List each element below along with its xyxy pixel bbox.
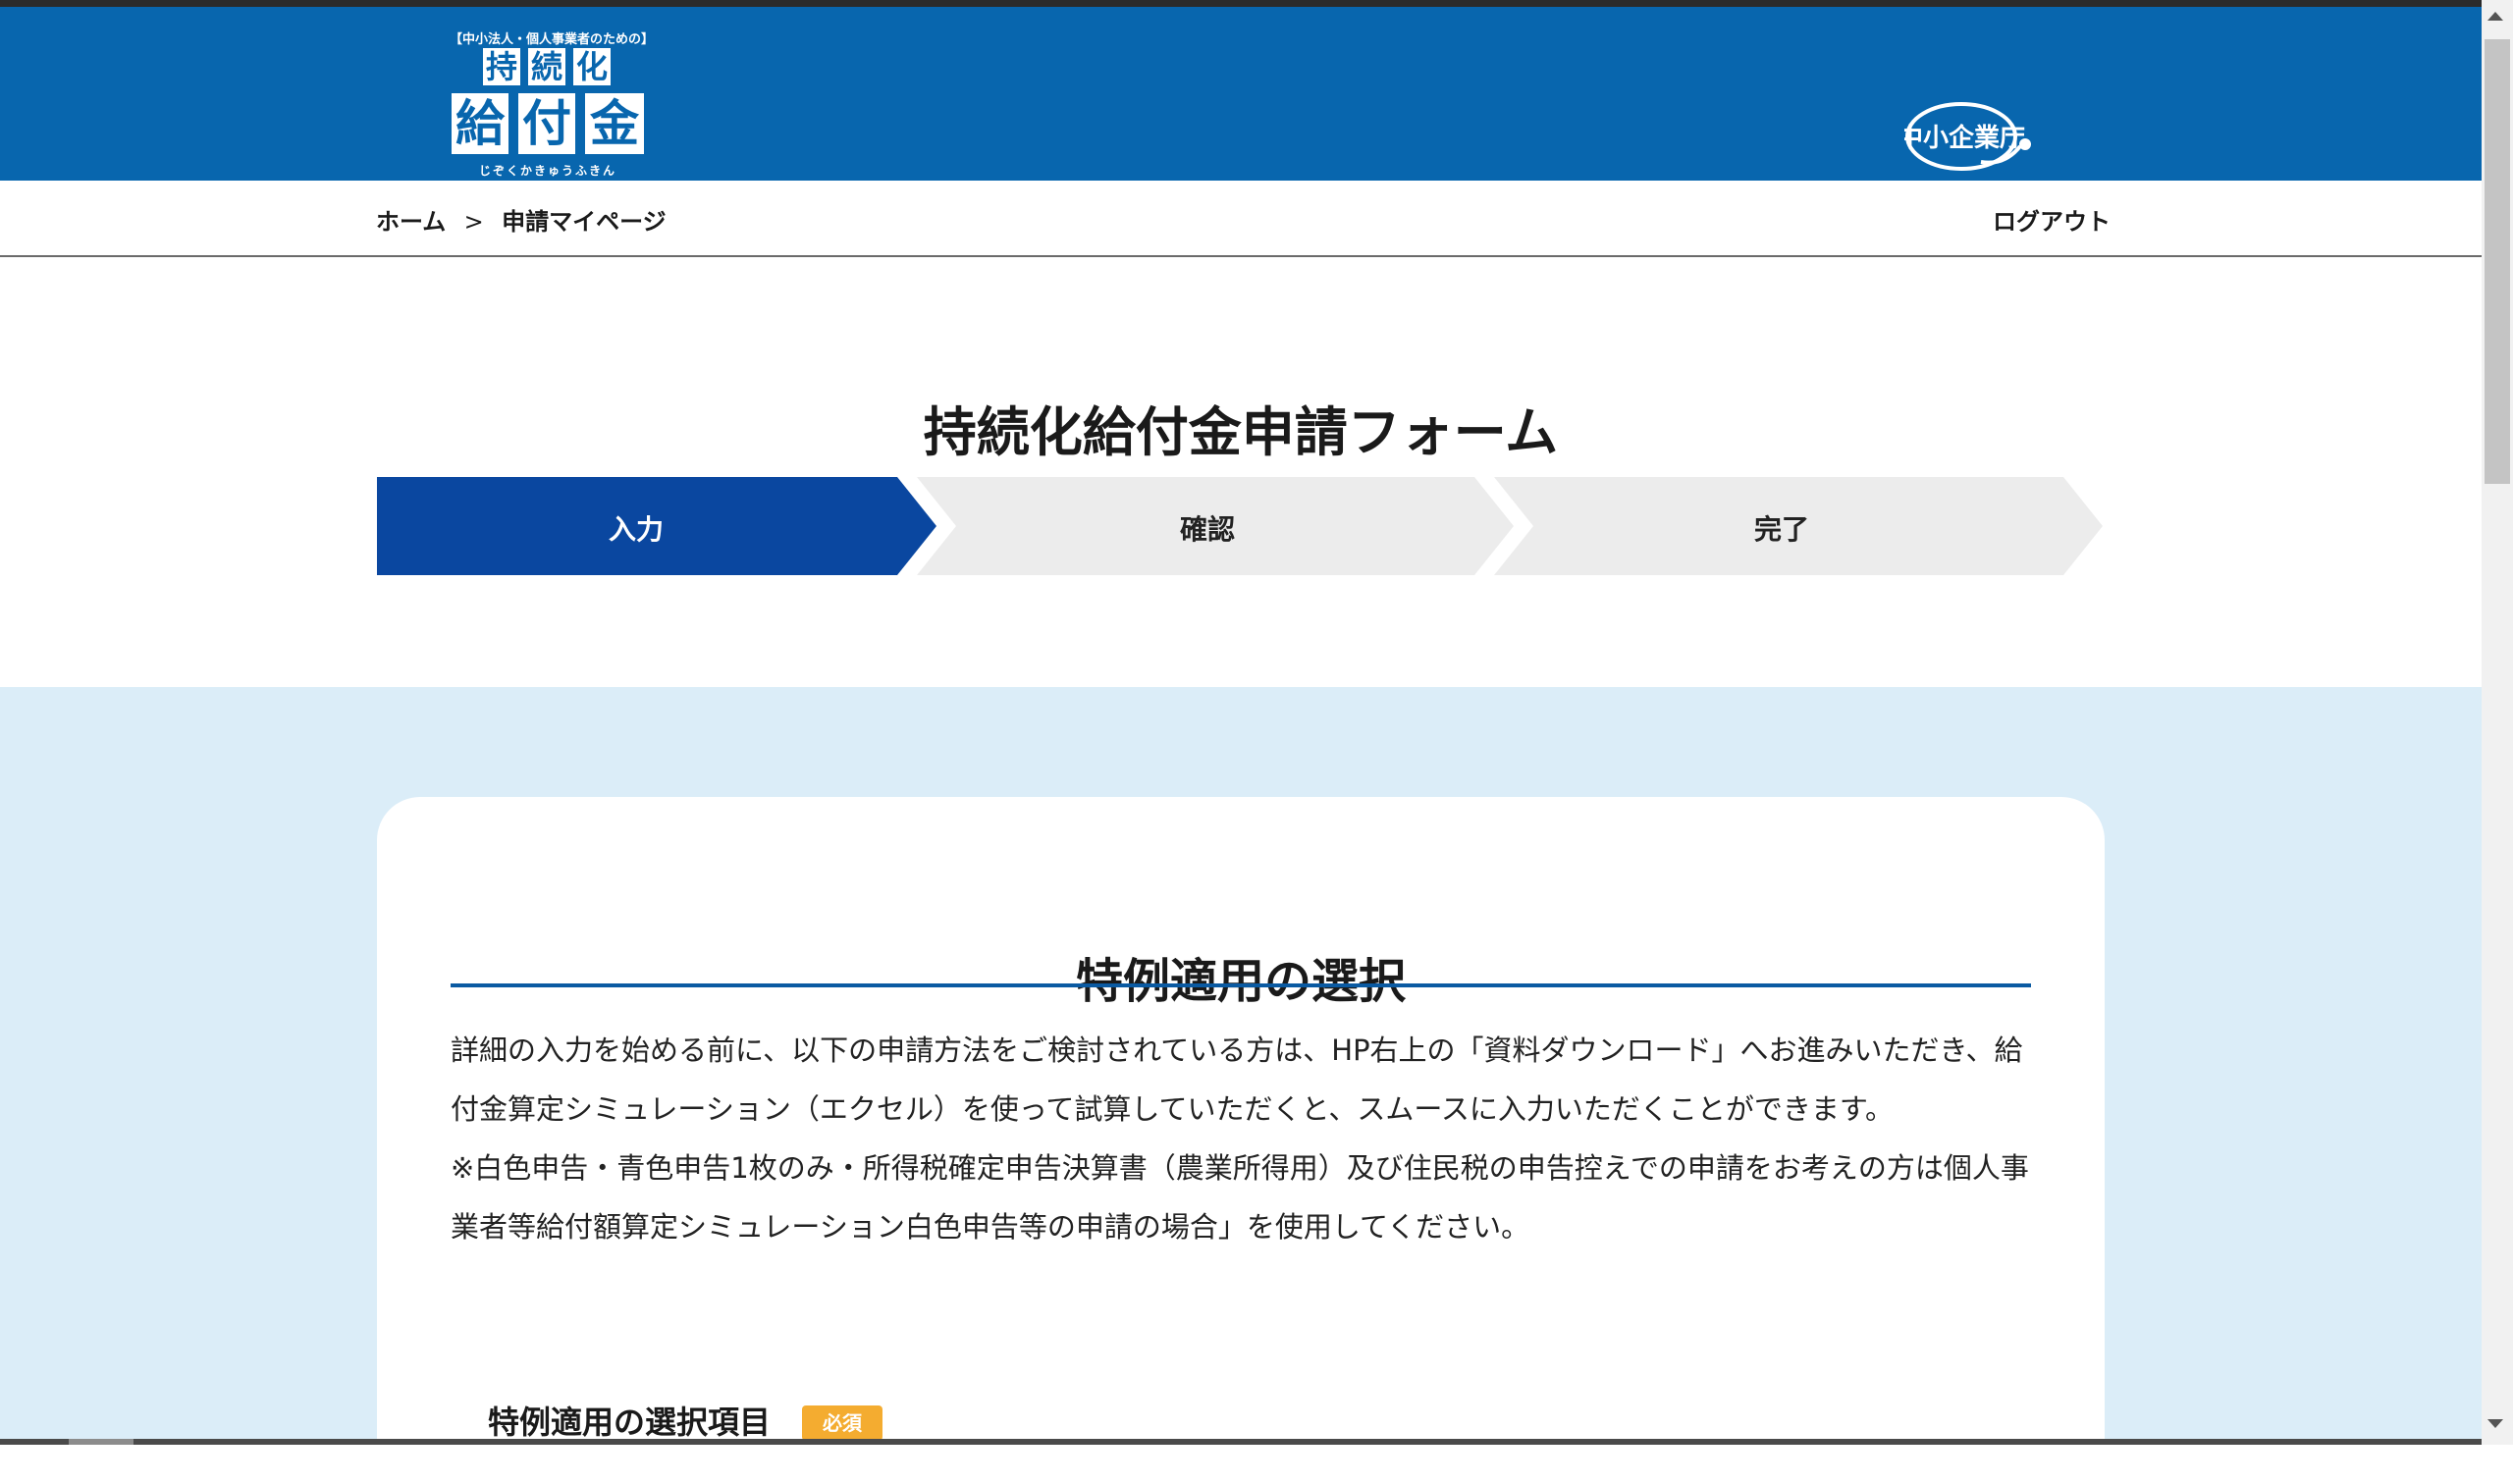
sme-agency-emblem-icon: 中小企業庁 [1898,102,2031,171]
breadcrumb-home-link[interactable]: ホーム [376,208,446,236]
logo-char: 付 [518,93,575,154]
scroll-down-arrow-icon[interactable] [2487,1419,2503,1428]
scroll-up-arrow-icon[interactable] [2487,12,2503,21]
page-title: 持続化給付金申請フォーム [923,401,1559,464]
logo-char: 金 [585,93,644,154]
sme-agency-logo-text: 中小企業庁 [1904,123,2025,153]
logo-kana: じぞくかきゅうふきん [478,164,616,178]
logo-subtitle: 【中小法人・個人事業者のための】 [450,32,655,47]
breadcrumb-current: 申請マイページ [502,208,667,236]
breadcrumb-bar: ホーム > 申請マイページ ログアウト [0,181,2482,257]
intro-paragraph: 詳細の入力を始める前に、以下の申請方法をご検討されている方は、HP右上の「資料ダ… [451,1034,2023,1126]
step-input-label: 入力 [609,513,665,546]
horizontal-scrollbar-thumb[interactable] [69,1439,134,1445]
section-title-underline [451,983,2031,987]
step-complete-label: 完了 [1754,513,1810,546]
section-title: 特例適用の選択 [1075,953,1406,1009]
jizokuka-kyufukin-logo[interactable]: 【中小法人・個人事業者のための】 持 続 化 給 付 金 じぞくかきゅうふきん [450,19,655,178]
breadcrumb-separator: > [463,208,484,236]
logo-char: 給 [452,93,508,154]
logo-char: 続 [528,48,565,85]
special-select-label: 特例適用の選択項目 [488,1404,772,1441]
section-intro: 詳細の入力を始める前に、以下の申請方法をご検討されている方は、HP右上の「資料ダ… [451,1021,2031,1256]
logout-link[interactable]: ログアウト [1993,202,2111,237]
step-confirm-label: 確認 [1180,513,1236,546]
special-application-card: 特例適用の選択 詳細の入力を始める前に、以下の申請方法をご検討されている方は、H… [377,797,2105,1484]
intro-note: ※白色申告・青色申告1枚のみ・所得税確定申告決算書（農業所得用）及び住民税の申告… [451,1151,2029,1244]
sme-agency-logo[interactable]: 中小企業庁 [1898,97,2032,180]
logo-char: 持 [483,48,520,85]
scrollbar-thumb[interactable] [2485,39,2510,484]
horizontal-scrollbar-edge [0,1439,2482,1445]
logo-char: 化 [573,48,611,85]
breadcrumb: ホーム > 申請マイページ [376,202,667,237]
required-badge: 必須 [802,1405,882,1441]
window-top-edge [0,0,2482,7]
site-header: 【中小法人・個人事業者のための】 持 続 化 給 付 金 じぞくかきゅうふきん … [0,7,2482,181]
